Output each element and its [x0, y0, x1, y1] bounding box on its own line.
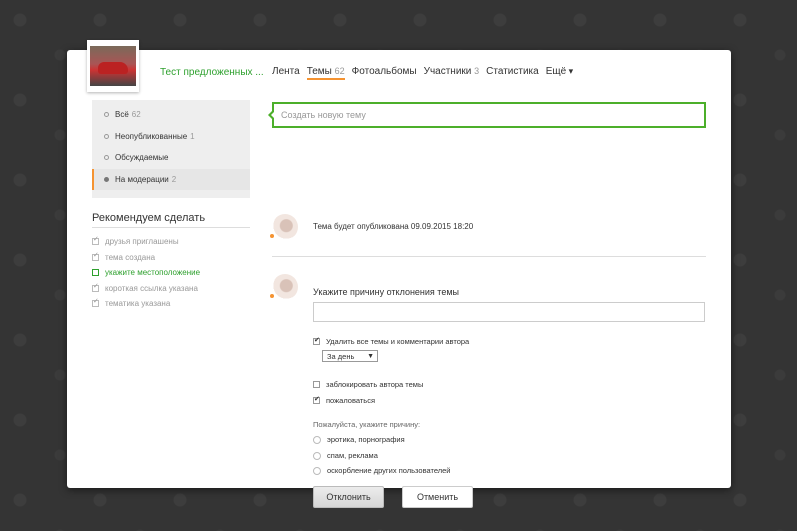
reject-reason-title: Укажите причину отклонения темы [313, 287, 459, 297]
filter-unpublished[interactable]: Неопубликованные 1 [92, 126, 250, 148]
create-topic-input[interactable]: Создать новую тему [268, 102, 706, 128]
topic-filters: Всё 62 Неопубликованные 1 Обсуждаемые На м… [92, 100, 250, 198]
tab-albums[interactable]: Фотоальбомы [352, 66, 417, 80]
delete-all-row[interactable]: Удалить все темы и комментарии автора [313, 336, 470, 346]
tab-statistics[interactable]: Статистика [486, 66, 539, 80]
filter-all[interactable]: Всё 62 [92, 104, 250, 126]
block-author-row[interactable]: заблокировать автора темы [313, 380, 423, 389]
radio-dot-icon [104, 155, 109, 161]
recommend-item-label: укажите местоположение [105, 268, 201, 278]
filter-count: 1 [190, 131, 195, 141]
period-select[interactable]: За день ▼ [322, 350, 378, 362]
checkbox-checked-icon[interactable] [313, 395, 320, 404]
radio-dot-icon [104, 133, 109, 139]
group-page-card: Тест предложенных ... Лента Темы 62 Фото… [67, 40, 731, 508]
divider [272, 256, 706, 257]
tab-feed[interactable]: Лента [272, 66, 300, 80]
tab-more[interactable]: Ещё [546, 66, 574, 80]
filter-label: Всё [115, 110, 129, 120]
cancel-button[interactable]: Отменить [402, 486, 473, 508]
filters-footer [92, 190, 250, 196]
group-avatar[interactable] [87, 40, 139, 92]
filter-label: На модерации [115, 174, 169, 184]
recommend-item: тематика указана [92, 296, 250, 312]
reject-reason-input[interactable] [313, 302, 705, 322]
checkbox-checked-icon[interactable] [313, 336, 320, 345]
tab-members-label: Участники [423, 66, 472, 77]
reason-option[interactable]: эротика, порнография [313, 435, 405, 444]
group-nav: Лента Темы 62 Фотоальбомы Участники 3 Ст… [272, 66, 580, 80]
radio-icon[interactable] [313, 435, 321, 444]
reason-option-label: оскорбление других пользователей [327, 466, 451, 475]
radio-dot-icon [104, 176, 109, 182]
chevron-down-icon: ▼ [367, 352, 374, 360]
checkbox-empty-icon [92, 269, 99, 277]
publish-schedule-text: Тема будет опубликована 09.09.2015 18:20 [313, 222, 474, 231]
recommend-item-location[interactable]: укажите местоположение [92, 265, 250, 281]
recommend-item: друзья приглашены [92, 234, 250, 250]
reason-option[interactable]: оскорбление других пользователей [313, 466, 451, 475]
reject-button[interactable]: Отклонить [313, 486, 384, 508]
filter-discussed[interactable]: Обсуждаемые [92, 147, 250, 169]
tab-members[interactable]: Участники 3 [424, 66, 480, 80]
reason-option-label: эротика, порнография [327, 435, 405, 444]
complain-row[interactable]: пожаловаться [313, 395, 376, 405]
reason-option[interactable]: спам, реклама [313, 451, 378, 460]
period-select-value: За день [327, 351, 355, 361]
filter-label: Обсуждаемые [115, 153, 169, 163]
tab-topics-count: 62 [334, 66, 345, 76]
recommend-item-label: короткая ссылка указана [105, 283, 198, 293]
sidebar: Всё 62 Неопубликованные 1 Обсуждаемые На м… [92, 100, 250, 312]
filter-count: 2 [171, 174, 177, 184]
recommend-item-label: тематика указана [105, 299, 171, 309]
tab-feed-label: Лента [272, 66, 300, 77]
checkbox-icon[interactable] [313, 381, 320, 388]
tab-members-count: 3 [474, 66, 480, 76]
recommend-title: Рекомендуем сделать [92, 212, 250, 228]
author-avatar[interactable] [270, 214, 298, 240]
tab-albums-label: Фотоальбомы [351, 66, 417, 77]
block-author-label: заблокировать автора темы [326, 380, 424, 389]
tab-topics-label: Темы [306, 66, 332, 77]
tab-statistics-label: Статистика [486, 66, 539, 77]
delete-all-label: Удалить все темы и комментарии автора [326, 337, 470, 346]
radio-dot-icon [104, 112, 109, 118]
check-icon [92, 235, 99, 246]
filter-label: Неопубликованные [115, 131, 188, 141]
radio-icon[interactable] [313, 466, 321, 475]
filter-moderation[interactable]: На модерации 2 [92, 168, 250, 190]
reason-prompt: Пожалуйста, укажите причину: [313, 420, 421, 429]
check-icon [92, 297, 99, 308]
topics-main: Создать новую тему Тема будет опубликова… [268, 102, 706, 508]
recommend-item: тема создана [92, 250, 250, 266]
filter-count: 62 [131, 110, 141, 120]
check-icon [92, 282, 99, 292]
recommend-list: друзья приглашены тема создана укажите м… [92, 234, 250, 312]
author-avatar[interactable] [270, 274, 298, 300]
recommend-item: короткая ссылка указана [92, 281, 250, 297]
reason-option-label: спам, реклама [327, 451, 378, 460]
recommend-item-label: друзья приглашены [105, 237, 179, 247]
group-title[interactable]: Тест предложенных ... [160, 67, 264, 78]
radio-icon[interactable] [313, 451, 321, 460]
check-icon [92, 251, 99, 261]
complain-label: пожаловаться [326, 396, 376, 405]
group-avatar-image [90, 46, 136, 86]
tab-topics[interactable]: Темы 62 [306, 66, 345, 80]
recommend-item-label: тема создана [105, 252, 156, 262]
tab-more-label: Ещё [545, 66, 567, 77]
